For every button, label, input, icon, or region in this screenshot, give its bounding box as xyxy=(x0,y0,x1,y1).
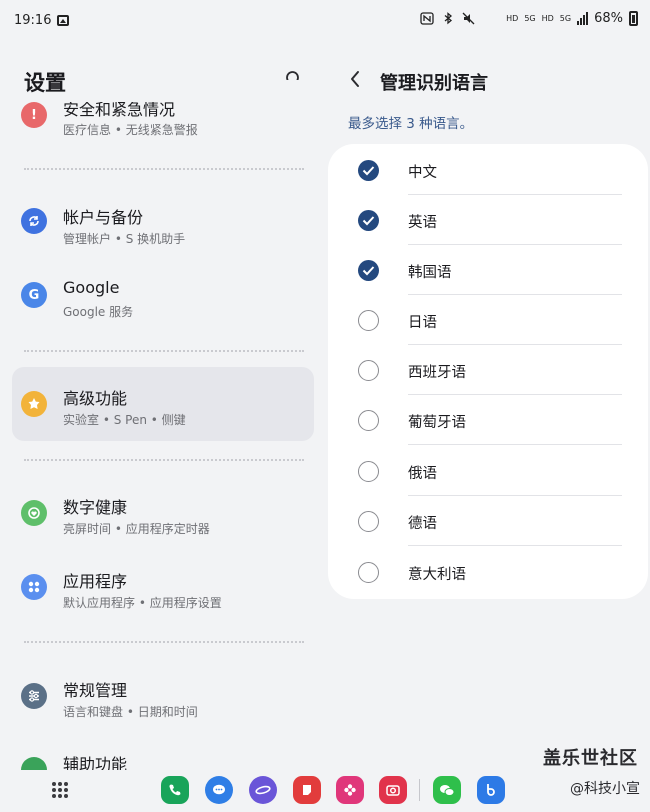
sync-icon xyxy=(21,208,47,234)
language-row-korean[interactable]: 韩国语 xyxy=(328,245,648,295)
settings-item-title: 应用程序 xyxy=(63,572,128,591)
status-bar: 19:16 HD 5G HD 5G 68% xyxy=(0,0,650,40)
status-center-icons xyxy=(420,12,475,25)
language-label: 日语 xyxy=(408,315,437,331)
camera-app-icon[interactable] xyxy=(379,776,407,804)
language-row-italian[interactable]: 意大利语 xyxy=(328,547,648,597)
language-row-spanish[interactable]: 西班牙语 xyxy=(328,345,648,395)
status-time: 19:16 xyxy=(14,12,52,28)
language-label: 俄语 xyxy=(408,466,437,482)
language-row-german[interactable]: 德语 xyxy=(328,496,648,546)
divider xyxy=(24,350,304,352)
watermark-author: @科技小宣 xyxy=(570,781,640,797)
settings-item-subtitle: 管理帐户 • S 换机助手 xyxy=(63,232,186,246)
accessibility-icon xyxy=(21,757,47,770)
all-apps-icon[interactable] xyxy=(52,782,68,798)
language-row-chinese[interactable]: 中文 xyxy=(328,145,648,195)
nfc-icon xyxy=(420,12,434,25)
5g-label: 5G xyxy=(524,14,536,23)
sliders-icon xyxy=(21,683,47,709)
settings-item-advanced[interactable]: 高级功能 实验室 • S Pen • 侧键 xyxy=(12,367,314,441)
settings-item-accessibility[interactable]: 辅助功能 xyxy=(12,733,314,770)
language-list: 中文 英语 韩国语 日语 西班牙语 葡萄牙语 俄语 德语 意大利语 xyxy=(328,144,648,599)
status-right-icons: HD 5G HD 5G 68% xyxy=(506,11,638,26)
language-label: 西班牙语 xyxy=(408,365,466,381)
messages-app-icon[interactable] xyxy=(205,776,233,804)
language-row-english[interactable]: 英语 xyxy=(328,195,648,245)
settings-item-title: Google xyxy=(63,278,120,297)
divider xyxy=(24,641,304,643)
settings-item-title: 高级功能 xyxy=(63,389,128,408)
checked-icon[interactable] xyxy=(358,260,379,281)
language-row-japanese[interactable]: 日语 xyxy=(328,295,648,345)
checked-icon[interactable] xyxy=(358,210,379,231)
google-icon: G xyxy=(21,282,47,308)
taskbar xyxy=(0,770,650,812)
settings-item-subtitle: 医疗信息 • 无线紧急警报 xyxy=(63,123,198,137)
gallery-icon xyxy=(57,14,70,26)
phone-app-icon[interactable] xyxy=(161,776,189,804)
watermark-community: 盖乐世社区 xyxy=(543,748,638,769)
signal-icon xyxy=(577,12,589,25)
divider xyxy=(419,779,420,801)
settings-item-wellbeing[interactable]: 数字健康 亮屏时间 • 应用程序定时器 xyxy=(12,476,314,550)
divider xyxy=(24,459,304,461)
wellbeing-icon xyxy=(21,500,47,526)
divider xyxy=(408,545,622,546)
settings-item-title: 数字健康 xyxy=(63,498,128,517)
notes-app-icon[interactable] xyxy=(293,776,321,804)
settings-item-google[interactable]: G Google Google 服务 xyxy=(12,258,314,332)
language-pane: 管理识别语言 最多选择 3 种语言。 中文 英语 韩国语 日语 西班牙语 葡萄牙… xyxy=(326,40,650,770)
settings-item-subtitle: 语言和键盘 • 日期和时间 xyxy=(63,705,198,719)
apps-icon xyxy=(21,574,47,600)
settings-item-subtitle: 实验室 • S Pen • 侧键 xyxy=(63,413,186,427)
settings-item-accounts[interactable]: 帐户与备份 管理帐户 • S 换机助手 xyxy=(12,184,314,258)
language-label: 葡萄牙语 xyxy=(408,415,466,431)
language-label: 德语 xyxy=(408,516,437,532)
wechat-app-icon[interactable] xyxy=(433,776,461,804)
alert-icon: ! xyxy=(21,102,47,128)
flower-app-icon[interactable] xyxy=(336,776,364,804)
hd-label-2: HD xyxy=(541,14,554,23)
language-label: 意大利语 xyxy=(408,567,466,583)
unchecked-icon[interactable] xyxy=(358,360,379,381)
advanced-icon xyxy=(21,391,47,417)
settings-item-subtitle: 默认应用程序 • 应用程序设置 xyxy=(63,596,222,610)
checked-icon[interactable] xyxy=(358,160,379,181)
language-label: 中文 xyxy=(408,165,437,181)
language-label: 韩国语 xyxy=(408,265,452,281)
selection-hint: 最多选择 3 种语言。 xyxy=(348,116,474,132)
battery-icon xyxy=(629,11,638,26)
back-arrow-icon[interactable] xyxy=(348,69,362,89)
unchecked-icon[interactable] xyxy=(358,562,379,583)
settings-item-subtitle: 亮屏时间 • 应用程序定时器 xyxy=(63,522,210,536)
settings-item-title: 帐户与备份 xyxy=(63,208,144,227)
language-row-portuguese[interactable]: 葡萄牙语 xyxy=(328,395,648,445)
bixby-app-icon[interactable] xyxy=(477,776,505,804)
battery-level: 68% xyxy=(594,11,623,26)
bluetooth-icon xyxy=(444,12,453,25)
settings-item-subtitle: Google 服务 xyxy=(63,305,134,319)
settings-item-title: 常规管理 xyxy=(63,681,128,700)
unchecked-icon[interactable] xyxy=(358,310,379,331)
language-label: 英语 xyxy=(408,215,437,231)
unchecked-icon[interactable] xyxy=(358,410,379,431)
page-title-overlay: 设置 xyxy=(24,71,66,95)
settings-item-title: 辅助功能 xyxy=(63,755,128,770)
settings-pane: 设置 ! 安全和紧急情况 医疗信息 • 无线紧急警报 设置 帐户与备份 管理帐户… xyxy=(0,40,326,770)
divider xyxy=(24,168,304,170)
settings-item-apps[interactable]: 应用程序 默认应用程序 • 应用程序设置 xyxy=(12,550,314,624)
internet-app-icon[interactable] xyxy=(249,776,277,804)
hd-label: HD xyxy=(506,14,519,23)
settings-item-general[interactable]: 常规管理 语言和键盘 • 日期和时间 xyxy=(12,659,314,733)
mute-icon xyxy=(462,12,475,25)
divider xyxy=(408,444,622,445)
unchecked-icon[interactable] xyxy=(358,461,379,482)
language-row-russian[interactable]: 俄语 xyxy=(328,446,648,496)
unchecked-icon[interactable] xyxy=(358,511,379,532)
language-page-title: 管理识别语言 xyxy=(380,73,488,94)
5g-label-2: 5G xyxy=(559,14,572,23)
